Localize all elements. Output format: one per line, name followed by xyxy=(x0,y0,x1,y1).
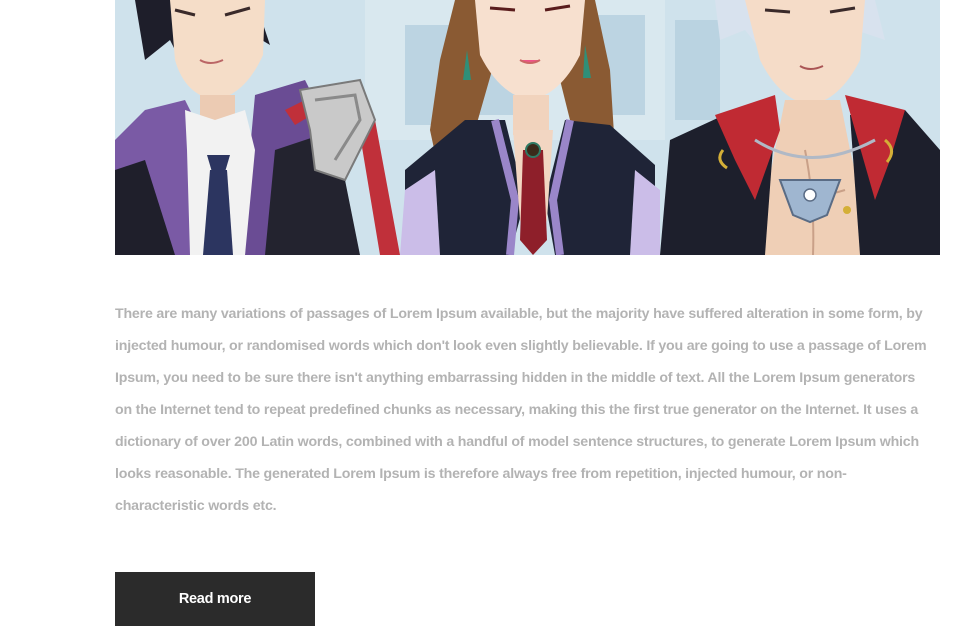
post-featured-image[interactable] xyxy=(115,0,940,255)
read-more-label: Read more xyxy=(178,591,252,607)
blog-post: There are many variations of passages of… xyxy=(0,0,959,644)
post-excerpt: There are many variations of passages of… xyxy=(115,306,927,514)
read-more-button[interactable]: Read more xyxy=(115,572,315,626)
anime-illustration xyxy=(115,0,940,255)
